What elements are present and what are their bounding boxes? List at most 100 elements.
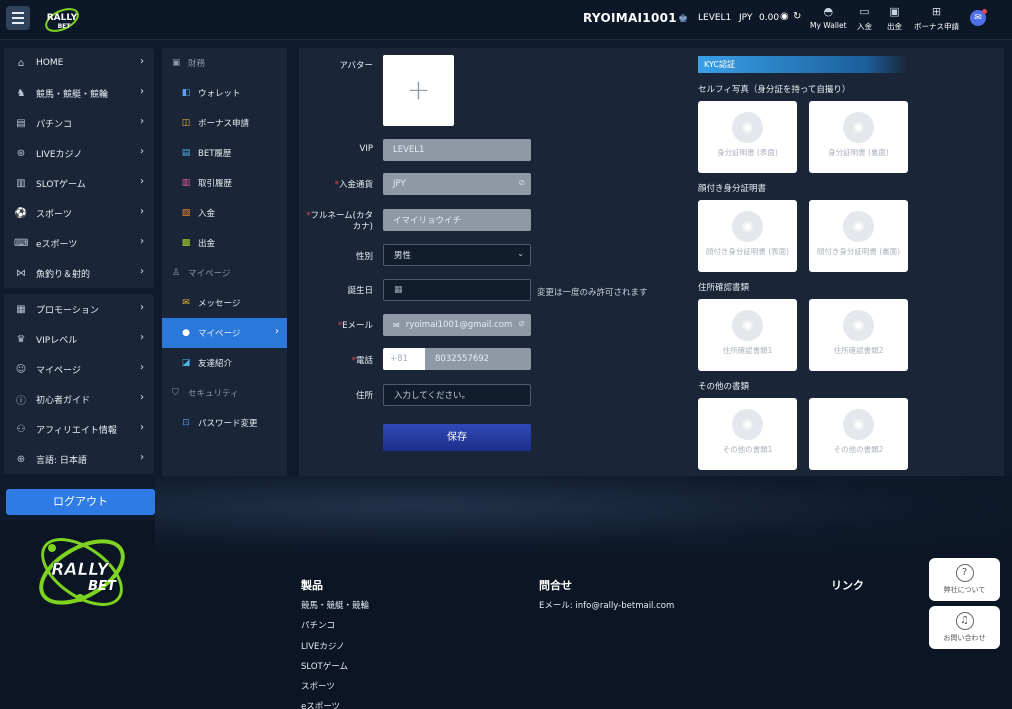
- address-label: 住所: [355, 391, 373, 401]
- deposit-label: 入金: [857, 22, 872, 31]
- deposit-button[interactable]: ▭ 入金: [857, 6, 872, 32]
- phone-label: *電話: [299, 354, 373, 366]
- refresh-icon[interactable]: ↻: [793, 11, 801, 22]
- phone-field: 8032557692: [425, 348, 531, 370]
- birthday-note: 変更は一度のみ許可されます: [537, 288, 648, 298]
- sidebar-item-esports[interactable]: ⌨ eスポーツ ›: [4, 228, 154, 258]
- gender-select[interactable]: 男性 ⌄: [383, 244, 531, 266]
- submenu-item-label: 入金: [198, 209, 216, 219]
- footer-link[interactable]: SLOTゲーム: [301, 660, 348, 672]
- camera-icon: ◉: [732, 211, 763, 242]
- footer-link[interactable]: LIVEカジノ: [301, 640, 345, 652]
- chevron-right-icon: ›: [140, 452, 144, 463]
- chevron-down-icon: ⌄: [517, 249, 524, 258]
- kyc-upload-address-1[interactable]: ◉ 住所確認書類1: [698, 299, 797, 371]
- kyc-upload-face-id-front[interactable]: ◉ 顔付き身分証明書 (表面): [698, 200, 797, 272]
- submenu-item-label: マイページ: [198, 329, 241, 339]
- sidebar-item-live-casino[interactable]: ⊛ LIVEカジノ ›: [4, 138, 154, 168]
- kyc-upload-address-2[interactable]: ◉ 住所確認書類2: [809, 299, 908, 371]
- footer-link[interactable]: スポーツ: [301, 680, 335, 692]
- sidebar-item-vip[interactable]: ♛ VIPレベル ›: [4, 324, 154, 354]
- user-plus-icon: ⚇: [16, 423, 26, 435]
- deposit-icon: ▭: [859, 5, 870, 18]
- chevron-right-icon: ›: [140, 422, 144, 433]
- fish-icon: ⋈: [16, 267, 26, 279]
- save-button[interactable]: 保存: [383, 424, 531, 451]
- chevron-right-icon: ›: [140, 176, 144, 187]
- account-submenu: ▣ 財務 ◧ ウォレット ◫ ボーナス申請 ▤ BET履歴 ▥ 取引履歴 ▨ 入金 ▩ 出金 …: [162, 48, 287, 476]
- contact-us-button[interactable]: ♫ お問い合わせ: [929, 606, 1000, 649]
- sidebar-item-keiba[interactable]: ♞ 競馬・競艇・競輪 ›: [4, 78, 154, 108]
- chevron-right-icon: ›: [140, 86, 144, 97]
- kyc-upload-face-id-back[interactable]: ◉ 顔付き身分証明書 (裏面): [809, 200, 908, 272]
- sidebar-item-slot[interactable]: ▥ SLOTゲーム ›: [4, 168, 154, 198]
- kyc-card-label: 住所確認書類1: [722, 346, 773, 355]
- lock-icon: ⊡: [182, 418, 190, 428]
- submenu-item-mypage[interactable]: ● マイページ ›: [162, 318, 287, 348]
- bonus-request-label: ボーナス申請: [914, 22, 959, 31]
- kyc-upload-id-back[interactable]: ◉ 身分証明書 (裏面): [809, 101, 908, 173]
- email-label-text: Eメール: [342, 321, 373, 331]
- kyc-upload-other-1[interactable]: ◉ その他の書類1: [698, 398, 797, 470]
- kyc-upload-other-2[interactable]: ◉ その他の書類2: [809, 398, 908, 470]
- selfie-section-title: セルフィ写真（身分証を持って自撮り）: [698, 85, 851, 95]
- birthday-field[interactable]: ▦: [383, 279, 531, 301]
- withdraw-icon: ▣: [889, 5, 900, 18]
- bonus-request-button[interactable]: ⊞ ボーナス申請: [914, 6, 959, 32]
- my-wallet-button[interactable]: ◓ My Wallet: [810, 6, 847, 31]
- sidebar-item-guide[interactable]: ⓘ 初心者ガイド ›: [4, 384, 154, 414]
- pachinko-icon: ▤: [16, 117, 26, 129]
- sidebar-item-affiliate[interactable]: ⚇ アフィリエイト情報 ›: [4, 414, 154, 444]
- submenu-item-password-change[interactable]: ⊡ パスワード変更: [162, 408, 287, 438]
- sidebar-item-mypage[interactable]: ☺ マイページ ›: [4, 354, 154, 384]
- submenu-item-invite-friends[interactable]: ◪ 友達紹介: [162, 348, 287, 378]
- sidebar-item-label: プロモーション: [36, 305, 99, 316]
- submenu-item-withdraw[interactable]: ▩ 出金: [162, 228, 287, 258]
- logout-button[interactable]: ログアウト: [6, 489, 155, 515]
- email-value: ryoimai1001@gmail.com: [405, 320, 513, 330]
- kyc-card-label: 顔付き身分証明書 (表面): [705, 247, 790, 256]
- submenu-item-deposit[interactable]: ▨ 入金: [162, 198, 287, 228]
- footer-link[interactable]: 競馬・競艇・競輪: [301, 599, 369, 611]
- sidebar-item-fishing[interactable]: ⋈ 魚釣り＆射的 ›: [4, 258, 154, 288]
- footer-contact-email[interactable]: Eメール: info@rally-betmail.com: [539, 599, 674, 611]
- horse-icon: ♞: [16, 87, 26, 99]
- vip-label: VIP: [359, 144, 373, 154]
- footer-link[interactable]: eスポーツ: [301, 700, 340, 709]
- footer-link[interactable]: パチンコ: [301, 619, 335, 631]
- kyc-card-label: 身分証明書 (表面): [717, 148, 778, 157]
- kyc-card-label: 住所確認書類2: [833, 346, 884, 355]
- hamburger-menu-button[interactable]: [6, 6, 30, 30]
- submenu-item-message[interactable]: ✉ メッセージ: [162, 288, 287, 318]
- crown-icon: ♛: [16, 333, 26, 345]
- sidebar-item-pachinko[interactable]: ▤ パチンコ ›: [4, 108, 154, 138]
- svg-text:BET: BET: [58, 23, 72, 30]
- calendar-icon: ▦: [394, 285, 403, 295]
- sidebar-item-sports[interactable]: ⚽ スポーツ ›: [4, 198, 154, 228]
- submenu-item-label: 取引履歴: [198, 179, 233, 189]
- address-docs-section-title: 住所確認書類: [698, 283, 750, 293]
- rally-bet-logo[interactable]: RALLY BET: [42, 5, 82, 35]
- submenu-item-label: パスワード変更: [198, 419, 258, 429]
- shield-icon: ⛉: [172, 388, 179, 398]
- eye-icon[interactable]: ◉: [780, 11, 789, 22]
- submenu-item-transaction-history[interactable]: ▥ 取引履歴: [162, 168, 287, 198]
- camera-icon: ◉: [843, 112, 874, 143]
- kyc-upload-id-front[interactable]: ◉ 身分証明書 (表面): [698, 101, 797, 173]
- sidebar-item-home[interactable]: ⌂ HOME ›: [4, 48, 154, 78]
- sidebar-item-promotion[interactable]: ▦ プロモーション ›: [4, 294, 154, 324]
- submenu-item-bonus[interactable]: ◫ ボーナス申請: [162, 108, 287, 138]
- fullname-value: イマイリョウイチ: [393, 216, 462, 226]
- submenu-item-wallet[interactable]: ◧ ウォレット: [162, 78, 287, 108]
- submenu-item-bet-history[interactable]: ▤ BET履歴: [162, 138, 287, 168]
- check-circle-icon: ⊘: [518, 319, 525, 328]
- notification-dot: [982, 9, 987, 14]
- sidebar-item-label: SLOTゲーム: [36, 179, 86, 190]
- withdraw-button[interactable]: ▣ 出金: [887, 6, 902, 32]
- chevron-right-icon: ›: [140, 362, 144, 373]
- address-input[interactable]: 入力してください。: [383, 384, 531, 406]
- avatar-upload-button[interactable]: +: [383, 55, 454, 126]
- about-us-button[interactable]: ? 弊社について: [929, 558, 1000, 601]
- phone-country-code: +81: [383, 348, 425, 370]
- sidebar-item-language[interactable]: ⊕ 言語: 日本語 ›: [4, 444, 154, 474]
